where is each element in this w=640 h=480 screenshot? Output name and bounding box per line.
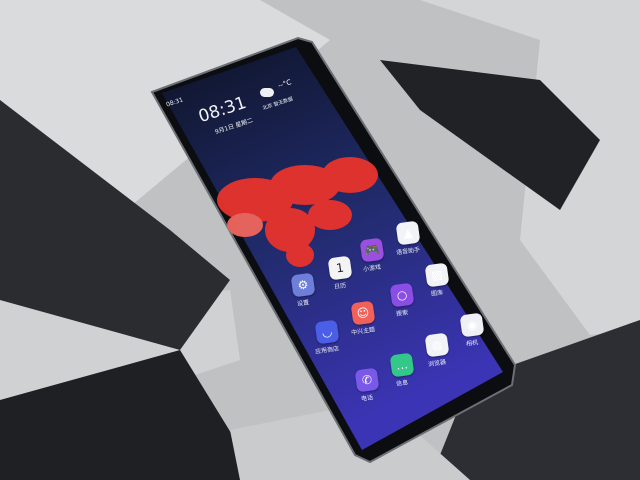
- app-label[interactable]: 信息: [395, 377, 409, 388]
- phone-icon[interactable]: ✆: [354, 367, 380, 393]
- gamepad-icon[interactable]: 🎮: [359, 237, 385, 263]
- app-label[interactable]: 搜索: [395, 307, 409, 318]
- globe-icon[interactable]: ◍: [424, 332, 450, 358]
- gallery-icon[interactable]: ▨: [424, 262, 450, 288]
- store-bag-icon[interactable]: ◡: [314, 319, 340, 345]
- calendar-icon[interactable]: 1: [327, 255, 353, 281]
- app-label[interactable]: 设置: [296, 297, 310, 308]
- camera-icon[interactable]: ◉: [459, 312, 485, 338]
- gear-icon[interactable]: ⚙: [290, 272, 316, 298]
- partly-cloudy-icon: [260, 88, 274, 97]
- app-label[interactable]: 相机: [465, 337, 479, 348]
- app-label[interactable]: 电话: [360, 392, 374, 403]
- palette-icon[interactable]: ☺: [350, 300, 376, 326]
- voice-assistant-icon[interactable]: ▲: [395, 220, 421, 246]
- chat-bubble-icon[interactable]: …: [389, 352, 415, 378]
- app-label[interactable]: 日历: [333, 280, 347, 291]
- search-icon[interactable]: ○: [389, 282, 415, 308]
- app-label[interactable]: 图库: [430, 287, 444, 298]
- photo-background: [0, 0, 640, 480]
